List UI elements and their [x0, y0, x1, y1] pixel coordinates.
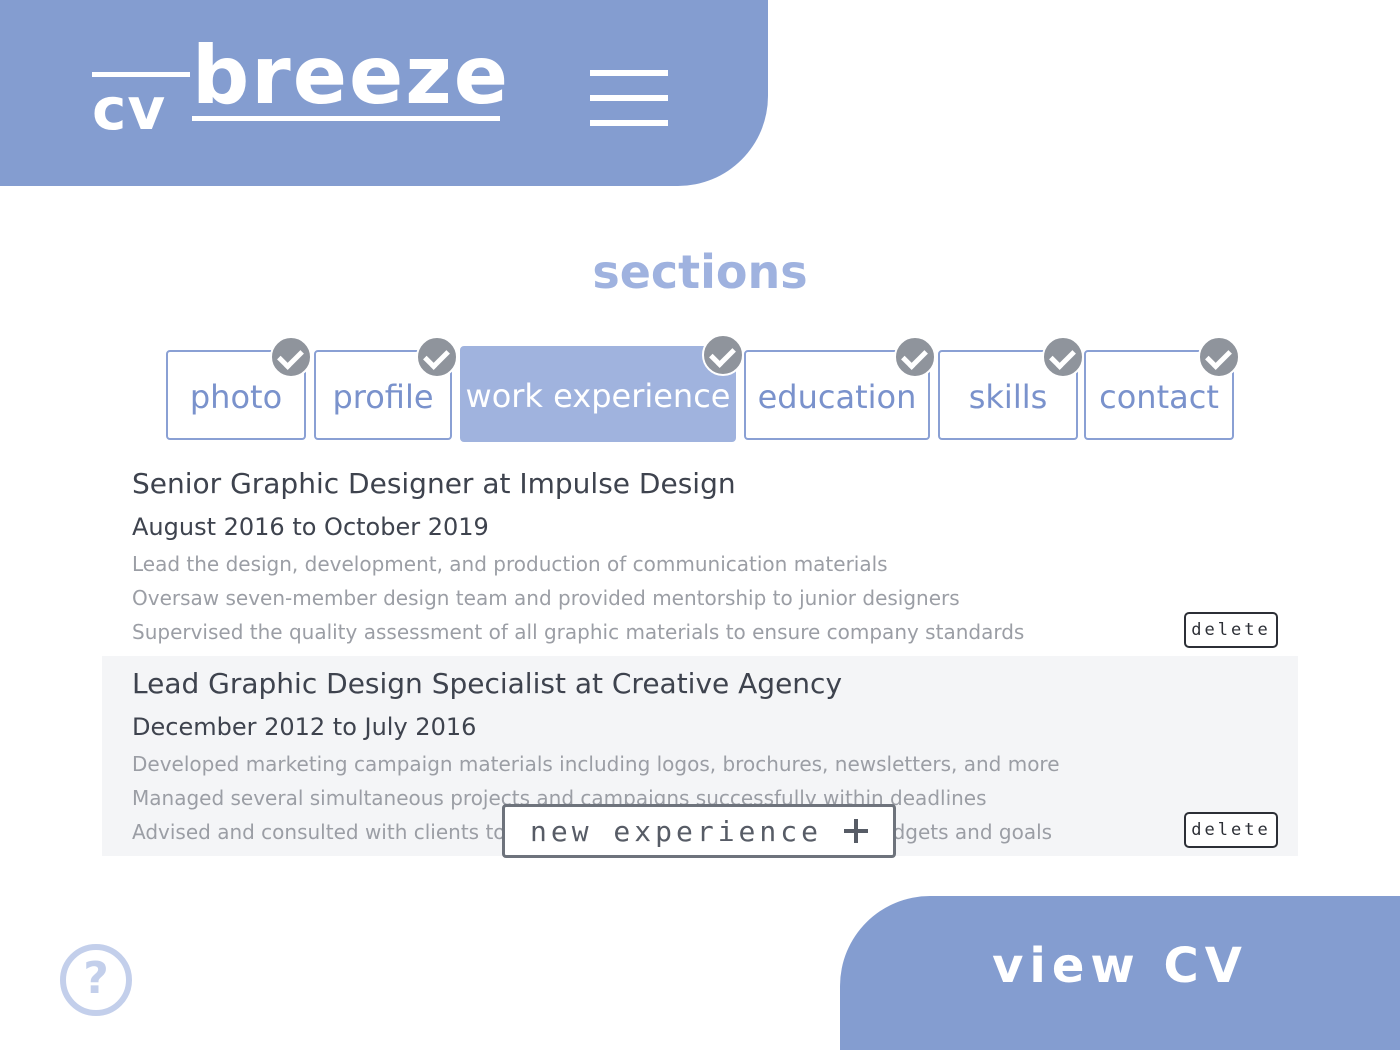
tab-photo[interactable]: photo — [166, 336, 312, 440]
check-icon — [416, 336, 458, 378]
delete-button[interactable]: delete — [1184, 812, 1278, 848]
menu-bar — [590, 70, 668, 76]
help-icon[interactable]: ? — [60, 944, 132, 1016]
tab-contact[interactable]: contact — [1084, 336, 1240, 440]
experience-bullet: Oversaw seven-member design team and pro… — [132, 586, 960, 610]
logo-underline — [192, 116, 500, 121]
menu-bar — [590, 120, 668, 126]
menu-bar — [590, 95, 668, 101]
tab-label: profile — [332, 378, 434, 416]
view-cv-button[interactable]: view CV — [840, 896, 1400, 1050]
hamburger-menu-icon[interactable] — [590, 70, 668, 126]
check-icon — [1198, 336, 1240, 378]
view-cv-label: view CV — [992, 938, 1248, 994]
experience-title: Senior Graphic Designer at Impulse Desig… — [132, 467, 736, 500]
new-experience-label: new experience — [529, 814, 822, 848]
check-icon — [702, 334, 744, 376]
tab-label: photo — [189, 378, 283, 416]
tab-label: contact — [1099, 378, 1219, 416]
check-icon — [1042, 336, 1084, 378]
new-experience-button[interactable]: new experience — [502, 804, 896, 858]
delete-button[interactable]: delete — [1184, 612, 1278, 648]
tab-label: skills — [968, 378, 1048, 416]
cvbreeze-logo[interactable]: cv breeze — [92, 34, 508, 138]
experience-bullet: Supervised the quality assessment of all… — [132, 620, 1025, 644]
logo-cv-text: cv — [92, 75, 167, 143]
tab-label: education — [757, 378, 917, 416]
experience-bullet: Lead the design, development, and produc… — [132, 552, 888, 576]
tab-skills[interactable]: skills — [938, 336, 1084, 440]
experience-bullet: Developed marketing campaign materials i… — [132, 752, 1060, 776]
tab-work-experience[interactable]: work experience — [460, 334, 744, 442]
experience-dates: December 2012 to July 2016 — [132, 713, 477, 741]
tab-label: work experience — [465, 377, 731, 415]
experience-dates: August 2016 to October 2019 — [132, 513, 489, 541]
header-panel: cv breeze — [0, 0, 768, 186]
check-icon — [894, 336, 936, 378]
experience-entry[interactable]: Senior Graphic Designer at Impulse Desig… — [102, 458, 1298, 656]
experience-title: Lead Graphic Design Specialist at Creati… — [132, 667, 843, 700]
tab-profile[interactable]: profile — [314, 336, 458, 440]
check-icon — [270, 336, 312, 378]
tab-education[interactable]: education — [744, 336, 936, 440]
sections-heading: sections — [592, 245, 808, 299]
logo-breeze-text: breeze — [192, 29, 511, 122]
plus-icon — [844, 819, 868, 843]
